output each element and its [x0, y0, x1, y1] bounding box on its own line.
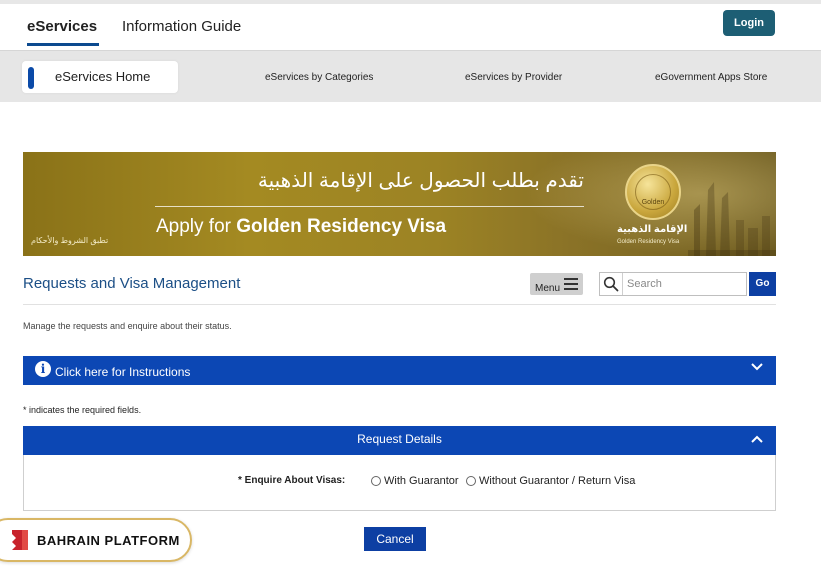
home-active-marker [28, 67, 34, 89]
chevron-down-icon[interactable] [751, 362, 763, 372]
banner-english-bold: Golden Residency Visa [236, 216, 447, 237]
instructions-label[interactable]: Click here for Instructions [55, 365, 190, 379]
tab-eservices[interactable]: eServices [27, 18, 97, 35]
golden-residency-logo-arabic: الإقامة الذهبية [617, 224, 688, 235]
enquire-visas-label: * Enquire About Visas: [238, 475, 346, 486]
radio-with-guarantor-label[interactable]: With Guarantor [384, 475, 459, 487]
search-icon [603, 276, 619, 292]
golden-seal-icon: Golden [625, 164, 681, 220]
search-go-button[interactable]: Go [749, 272, 776, 296]
tab-information-guide[interactable]: Information Guide [122, 18, 241, 35]
banner-terms-note: تطبق الشروط والأحكام [31, 236, 109, 245]
search-input[interactable] [627, 274, 745, 294]
cancel-button[interactable]: Cancel [364, 527, 426, 551]
search-separator [622, 273, 623, 295]
active-tab-indicator [27, 43, 99, 46]
login-button[interactable]: Login [723, 10, 775, 36]
chevron-up-icon[interactable] [751, 434, 763, 444]
skyline-icon [688, 182, 776, 256]
nav-egovernment-apps-store[interactable]: eGovernment Apps Store [655, 72, 767, 83]
banner-english-prefix: Apply for [156, 216, 237, 237]
menu-button-label[interactable]: Menu [535, 283, 560, 294]
required-fields-note: * indicates the required fields. [23, 405, 142, 415]
nav-eservices-by-categories[interactable]: eServices by Categories [265, 72, 373, 83]
banner-divider [155, 206, 584, 207]
bahrain-platform-logo-icon [12, 530, 28, 550]
nav-eservices-by-provider[interactable]: eServices by Provider [465, 72, 562, 83]
radio-without-guarantor[interactable] [466, 476, 476, 486]
hamburger-icon[interactable] [564, 278, 578, 290]
info-icon: i [35, 361, 51, 377]
page-title: Requests and Visa Management [23, 275, 241, 292]
radio-with-guarantor[interactable] [371, 476, 381, 486]
golden-residency-banner[interactable]: تقدم بطلب الحصول على الإقامة الذهبية App… [23, 152, 776, 256]
section-divider [23, 304, 776, 305]
banner-arabic-headline: تقدم بطلب الحصول على الإقامة الذهبية [257, 170, 584, 192]
golden-residency-logo-english: Golden Residency Visa [617, 239, 680, 245]
bahrain-platform-label: BAHRAIN PLATFORM [37, 533, 180, 548]
banner-english-headline: Apply for Golden Residency Visa [156, 216, 446, 238]
request-details-title: Request Details [357, 432, 442, 446]
eservices-home-label[interactable]: eServices Home [55, 69, 150, 84]
seal-text: Golden [641, 199, 665, 206]
section-description: Manage the requests and enquire about th… [23, 321, 232, 331]
radio-without-guarantor-label[interactable]: Without Guarantor / Return Visa [479, 475, 635, 487]
